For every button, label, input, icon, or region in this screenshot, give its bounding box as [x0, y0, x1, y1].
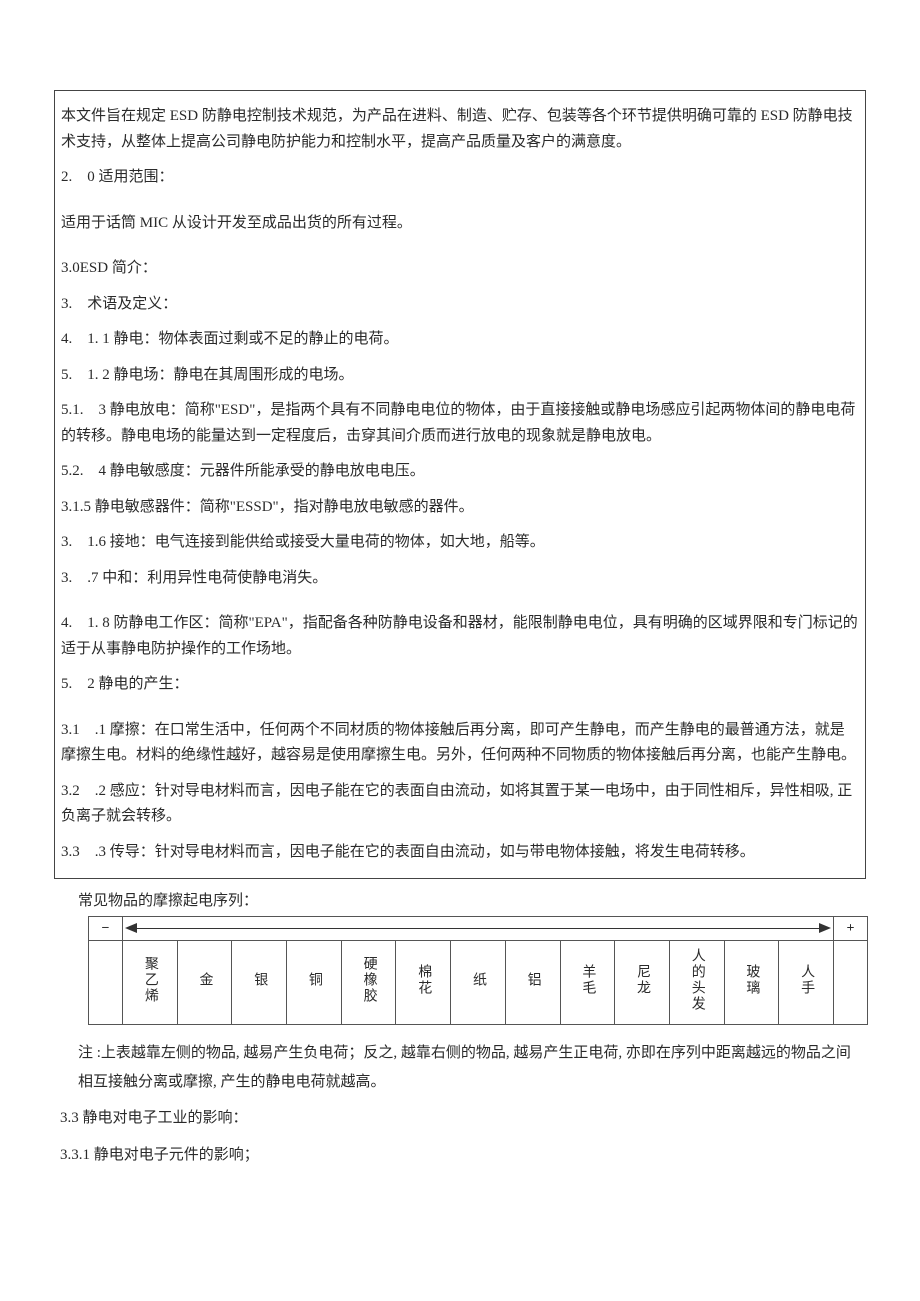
tribo-item: 铝 — [505, 941, 560, 1025]
tribo-item: 玻璃 — [724, 941, 779, 1025]
tribo-item: 金 — [177, 941, 232, 1025]
after-frame: 常见物品的摩擦起电序列： − + 聚乙烯 金 银 铜 硬橡 — [54, 889, 866, 1169]
def-static: 4. 1. 1 静电：物体表面过剩或不足的静止的电荷。 — [61, 322, 859, 358]
tribo-item: 棉花 — [396, 941, 451, 1025]
paragraph-scope: 适用于话筒 MIC 从设计开发至成品出货的所有过程。 — [61, 206, 859, 242]
plus-sign: + — [834, 917, 868, 941]
tribo-item: 纸 — [451, 941, 506, 1025]
tribo-item: 聚乙烯 — [123, 941, 178, 1025]
tribo-note: 注 :上表越靠左侧的物品, 越易产生负电荷；反之, 越靠右侧的物品, 越易产生正… — [78, 1039, 860, 1096]
tribo-item: 尼龙 — [615, 941, 670, 1025]
paragraph-purpose: 本文件旨在规定 ESD 防静电控制技术规范，为产品在进料、制造、贮存、包装等各个… — [61, 99, 859, 160]
gen-friction: 3.1 .1 摩擦：在口常生活中，任何两个不同材质的物体接触后再分离，即可产生静… — [61, 713, 859, 774]
tribo-item: 铜 — [287, 941, 342, 1025]
heading-esd-intro: 3.0ESD 简介： — [61, 251, 859, 287]
tribo-item: 人手 — [779, 941, 834, 1025]
tribo-table: − + 聚乙烯 金 银 铜 硬橡胶 棉花 纸 铝 — [88, 916, 868, 1025]
def-epa: 4. 1. 8 防静电工作区：简称"EPA"，指配备各种防静电设备和器材，能限制… — [61, 606, 859, 667]
tribo-left-pad — [89, 941, 123, 1025]
tribo-arrow-row: − + — [89, 917, 868, 941]
def-sensitivity: 5.2. 4 静电敏感度：元器件所能承受的静电放电电压。 — [61, 454, 859, 490]
tribo-right-pad — [834, 941, 868, 1025]
main-text-frame: 本文件旨在规定 ESD 防静电控制技术规范，为产品在进料、制造、贮存、包装等各个… — [54, 90, 866, 879]
heading-industry-impact: 3.3 静电对电子工业的影响： — [60, 1104, 860, 1133]
heading-generation: 5. 2 静电的产生： — [61, 667, 859, 703]
arrow-cell — [123, 917, 834, 941]
def-grounding: 3. 1.6 接地：电气连接到能供给或接受大量电荷的物体，如大地，船等。 — [61, 525, 859, 561]
tribo-item: 羊毛 — [560, 941, 615, 1025]
def-essd: 3.1.5 静电敏感器件：简称"ESSD"，指对静电放电敏感的器件。 — [61, 490, 859, 526]
tribo-items-row: 聚乙烯 金 银 铜 硬橡胶 棉花 纸 铝 羊毛 尼龙 人的头发 玻璃 人手 — [89, 941, 868, 1025]
gen-induction: 3.2 .2 感应：针对导电材料而言，因电子能在它的表面自由流动，如将其置于某一… — [61, 774, 859, 835]
def-neutralize: 3. .7 中和：利用异性电荷使静电消失。 — [61, 561, 859, 597]
tribo-caption: 常见物品的摩擦起电序列： — [78, 889, 860, 910]
tribo-item: 硬橡胶 — [341, 941, 396, 1025]
gen-conduction: 3.3 .3 传导：针对导电材料而言，因电子能在它的表面自由流动，如与带电物体接… — [61, 835, 859, 871]
heading-terms: 3. 术语及定义： — [61, 287, 859, 323]
tribo-item: 人的头发 — [669, 941, 724, 1025]
tribo-item: 银 — [232, 941, 287, 1025]
minus-sign: − — [89, 917, 123, 941]
def-static-field: 5. 1. 2 静电场：静电在其周围形成的电场。 — [61, 358, 859, 394]
heading-scope: 2. 0 适用范围： — [61, 160, 859, 196]
heading-component-impact: 3.3.1 静电对电子元件的影响； — [60, 1141, 860, 1170]
document-page: 本文件旨在规定 ESD 防静电控制技术规范，为产品在进料、制造、贮存、包装等各个… — [0, 0, 920, 1209]
double-arrow-icon — [125, 920, 831, 938]
def-esd: 5.1. 3 静电放电：简称"ESD"，是指两个具有不同静电电位的物体，由于直接… — [61, 393, 859, 454]
